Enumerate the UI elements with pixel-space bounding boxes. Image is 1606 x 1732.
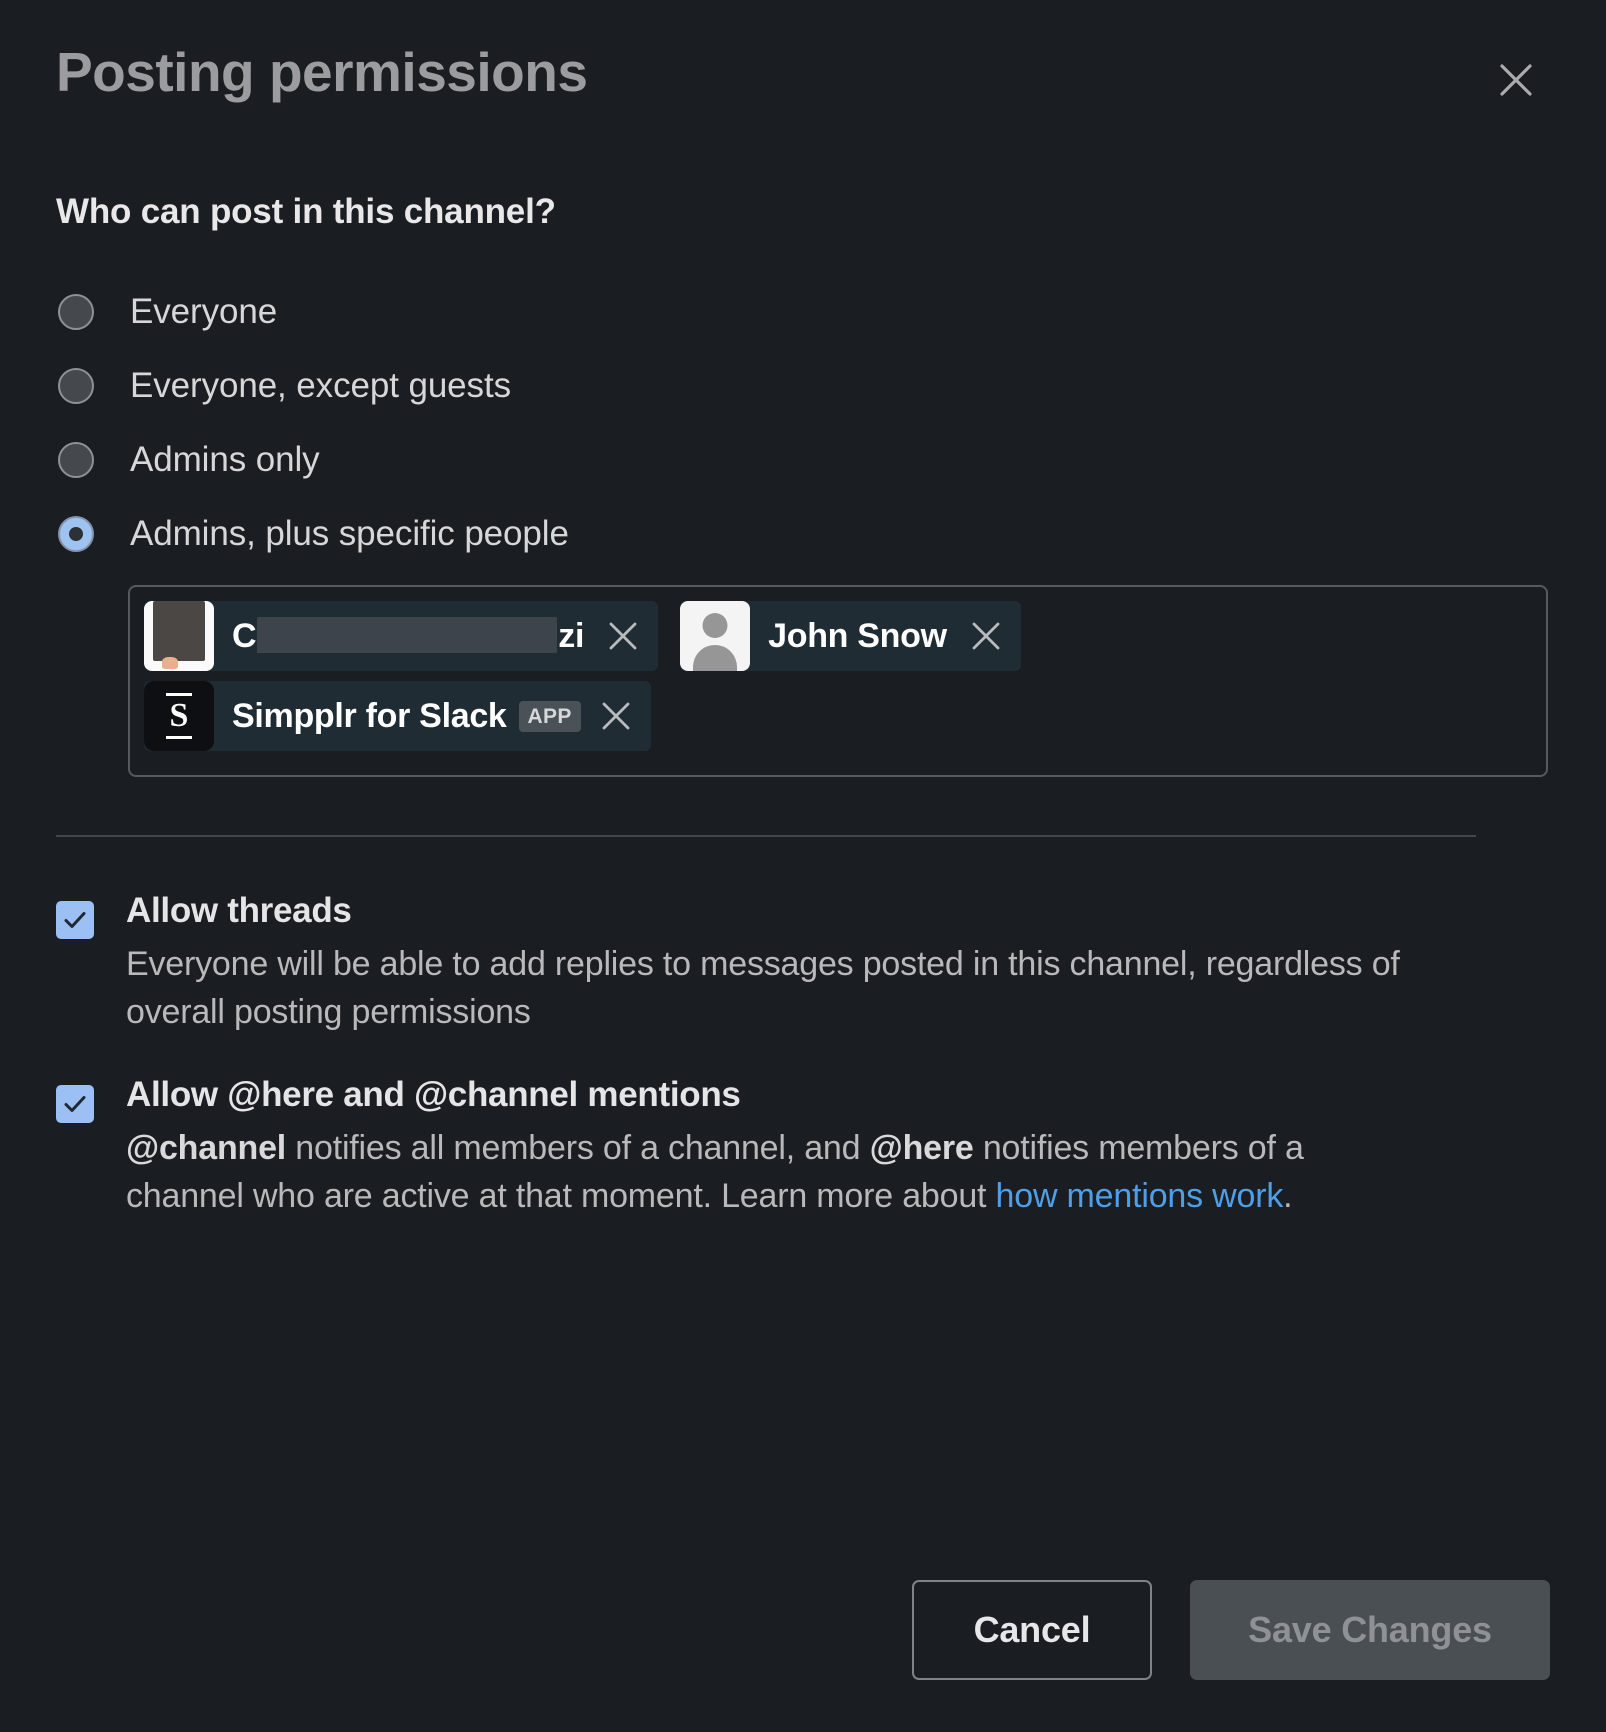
permissions-question: Who can post in this channel?	[56, 192, 1550, 232]
radio-circle-selected-icon	[58, 516, 94, 552]
checkbox-checked-icon[interactable]	[56, 901, 94, 939]
cancel-button[interactable]: Cancel	[912, 1580, 1152, 1680]
radio-circle-icon	[58, 368, 94, 404]
radio-circle-icon	[58, 442, 94, 478]
app-badge: APP	[519, 701, 581, 732]
how-mentions-work-link[interactable]: how mentions work	[996, 1177, 1284, 1215]
setting-allow-mentions: Allow @here and @channel mentions @chann…	[56, 1075, 1550, 1221]
close-icon[interactable]	[1488, 52, 1544, 108]
token-label: Czi	[232, 617, 584, 656]
photo-avatar-icon	[144, 601, 214, 671]
radio-label: Everyone, except guests	[130, 366, 511, 406]
here-mention-text: @here	[870, 1129, 974, 1167]
dialog-header: Posting permissions	[56, 44, 1550, 130]
dialog-footer: Cancel Save Changes	[912, 1580, 1550, 1680]
redaction-bar	[257, 617, 557, 653]
setting-description: @channel notifies all members of a chann…	[126, 1124, 1416, 1221]
checkbox-checked-icon[interactable]	[56, 1085, 94, 1123]
channel-mention-text: @channel	[126, 1129, 286, 1167]
section-divider	[56, 835, 1476, 837]
settings-list: Allow threads Everyone will be able to a…	[56, 891, 1550, 1220]
radio-option-admins-plus-specific-people[interactable]: Admins, plus specific people	[56, 509, 1550, 559]
posting-permission-radio-group: Everyone Everyone, except guests Admins …	[56, 287, 1550, 559]
setting-allow-threads: Allow threads Everyone will be able to a…	[56, 891, 1550, 1037]
radio-circle-icon	[58, 294, 94, 330]
setting-title: Allow threads	[126, 891, 1416, 930]
radio-label: Everyone	[130, 292, 277, 332]
page-title: Posting permissions	[56, 44, 587, 102]
token-label: Simpplr for Slack	[232, 697, 507, 736]
remove-token-icon[interactable]	[957, 607, 1015, 665]
specific-people-token-input[interactable]: Czi John Snow S Simpplr for Slack	[128, 585, 1548, 777]
remove-token-icon[interactable]	[587, 687, 645, 745]
setting-title: Allow @here and @channel mentions	[126, 1075, 1416, 1114]
radio-option-everyone-except-guests[interactable]: Everyone, except guests	[56, 361, 1550, 411]
simpplr-app-icon: S	[144, 681, 214, 751]
remove-token-icon[interactable]	[594, 607, 652, 665]
radio-option-everyone[interactable]: Everyone	[56, 287, 1550, 337]
radio-label: Admins only	[130, 440, 320, 480]
radio-label: Admins, plus specific people	[130, 514, 569, 554]
person-token[interactable]: Czi	[144, 601, 658, 671]
save-changes-button[interactable]: Save Changes	[1190, 1580, 1550, 1680]
posting-permissions-dialog: Posting permissions Who can post in this…	[0, 0, 1606, 1732]
token-label: John Snow	[768, 617, 947, 656]
app-token[interactable]: S Simpplr for Slack APP	[144, 681, 651, 751]
person-avatar-icon	[680, 601, 750, 671]
setting-description: Everyone will be able to add replies to …	[126, 940, 1416, 1037]
radio-option-admins-only[interactable]: Admins only	[56, 435, 1550, 485]
person-token[interactable]: John Snow	[680, 601, 1021, 671]
